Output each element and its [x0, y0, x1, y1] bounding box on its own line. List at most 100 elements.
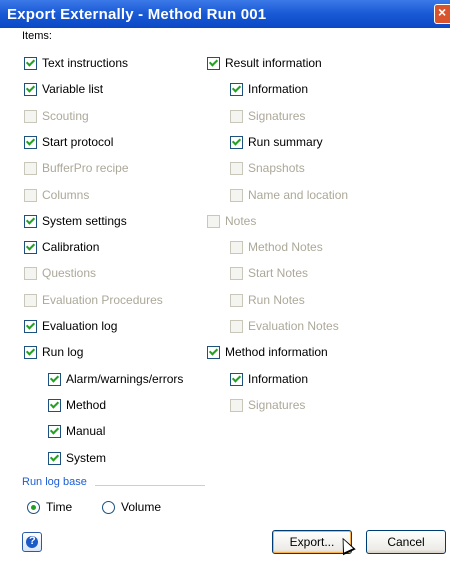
checkbox-item: Columns [24, 187, 89, 203]
checkbox-item: Evaluation Notes [230, 318, 339, 334]
checkbox-label: Signatures [248, 398, 306, 412]
checkbox-label: Name and location [248, 188, 349, 202]
checkbox-label: Start protocol [42, 135, 114, 149]
items-label: Items: [22, 30, 52, 42]
close-button[interactable]: × [434, 4, 450, 24]
checkbox-item: Signatures [230, 397, 305, 413]
checkbox-label: Method [66, 398, 107, 412]
checkbox-item[interactable]: Variable list [24, 81, 103, 97]
checkbox-item[interactable]: Result information [207, 55, 322, 71]
checkbox-item[interactable]: Start protocol [24, 134, 113, 150]
checkbox-item[interactable]: Calibration [24, 239, 99, 255]
checkbox-label: Snapshots [248, 161, 305, 175]
checkbox-item[interactable]: Alarm/warnings/errors [48, 371, 183, 387]
checkbox [230, 188, 243, 202]
checkbox-label: Run summary [248, 135, 323, 149]
checkbox [24, 109, 37, 123]
checkbox-label: Columns [42, 188, 90, 202]
checkbox-item[interactable]: Text instructions [24, 55, 128, 71]
checkbox [24, 266, 37, 280]
checkbox [230, 161, 243, 175]
checkbox-item: Evaluation Procedures [24, 292, 163, 308]
checkbox-item[interactable]: Method [48, 397, 106, 413]
checkbox [230, 266, 243, 280]
checkbox-label: Result information [225, 56, 322, 70]
checkbox [230, 398, 243, 412]
dialog-border [0, 28, 17, 563]
help-icon: ? [29, 535, 36, 547]
checkbox[interactable] [48, 398, 61, 412]
radio-time[interactable]: Time [27, 499, 72, 515]
checkbox-label: Method information [225, 345, 328, 359]
checkbox-item: Run Notes [230, 292, 305, 308]
checkbox-item: Scouting [24, 108, 89, 124]
checkbox[interactable] [24, 135, 37, 149]
checkbox[interactable] [24, 214, 37, 228]
checkbox-item: Method Notes [230, 239, 323, 255]
checkbox [230, 109, 243, 123]
checkbox-label: Manual [66, 424, 106, 438]
checkbox-label: Method Notes [248, 240, 323, 254]
checkbox-label: Evaluation Notes [248, 319, 339, 333]
checkbox[interactable] [48, 424, 61, 438]
checkbox-label: Alarm/warnings/errors [66, 372, 184, 386]
checkbox-item: Name and location [230, 187, 348, 203]
checkbox-item: Signatures [230, 108, 305, 124]
checkbox [24, 293, 37, 307]
checkbox-label: Information [248, 82, 309, 96]
cancel-button[interactable]: Cancel [366, 530, 446, 554]
title-bar[interactable]: Export Externally - Method Run 001 × [0, 0, 450, 28]
checkbox-label: Information [248, 372, 309, 386]
checkbox [230, 240, 243, 254]
checkbox[interactable] [207, 345, 220, 359]
checkbox-item[interactable]: Manual [48, 423, 105, 439]
checkbox [24, 161, 37, 175]
radio-label: Volume [121, 500, 162, 514]
checkbox[interactable] [24, 345, 37, 359]
checkbox-label: Run log [42, 345, 84, 359]
checkbox[interactable] [24, 82, 37, 96]
window-title: Export Externally - Method Run 001 [7, 6, 267, 23]
checkbox-item[interactable]: Evaluation log [24, 318, 117, 334]
checkbox-item: BufferPro recipe [24, 160, 129, 176]
checkbox[interactable] [207, 56, 220, 70]
checkbox[interactable] [24, 319, 37, 333]
checkbox [230, 293, 243, 307]
radio-button[interactable] [102, 500, 115, 514]
checkbox-item: Start Notes [230, 265, 308, 281]
checkbox[interactable] [230, 372, 243, 386]
checkbox-label: Variable list [42, 82, 104, 96]
checkbox-label: Scouting [42, 109, 89, 123]
checkbox[interactable] [230, 135, 243, 149]
checkbox [207, 214, 220, 228]
checkbox-label: System [66, 451, 107, 465]
run-log-base-label: Run log base [22, 476, 87, 488]
checkbox-label: Text instructions [42, 56, 129, 70]
checkbox-item: Notes [207, 213, 256, 229]
checkbox[interactable] [48, 451, 61, 465]
checkbox-item[interactable]: System [48, 450, 106, 466]
checkbox-item[interactable]: Method information [207, 344, 328, 360]
checkbox[interactable] [230, 82, 243, 96]
checkbox-item[interactable]: Run log [24, 344, 83, 360]
checkbox-label: Questions [42, 266, 97, 280]
checkbox-label: Evaluation Procedures [42, 293, 163, 307]
help-button[interactable]: ? [22, 532, 42, 552]
checkbox[interactable] [48, 372, 61, 386]
section-divider [95, 485, 205, 486]
checkbox-label: Evaluation log [42, 319, 118, 333]
checkbox-label: BufferPro recipe [42, 161, 129, 175]
checkbox-item[interactable]: Run summary [230, 134, 323, 150]
checkbox-item: Questions [24, 265, 96, 281]
checkbox [230, 319, 243, 333]
checkbox [24, 188, 37, 202]
radio-button[interactable] [27, 500, 40, 514]
checkbox-item[interactable]: Information [230, 371, 308, 387]
radio-volume[interactable]: Volume [102, 499, 161, 515]
checkbox-label: Start Notes [248, 266, 309, 280]
checkbox[interactable] [24, 240, 37, 254]
checkbox[interactable] [24, 56, 37, 70]
checkbox-item[interactable]: Information [230, 81, 308, 97]
checkbox-label: Notes [225, 214, 257, 228]
checkbox-item[interactable]: System settings [24, 213, 127, 229]
